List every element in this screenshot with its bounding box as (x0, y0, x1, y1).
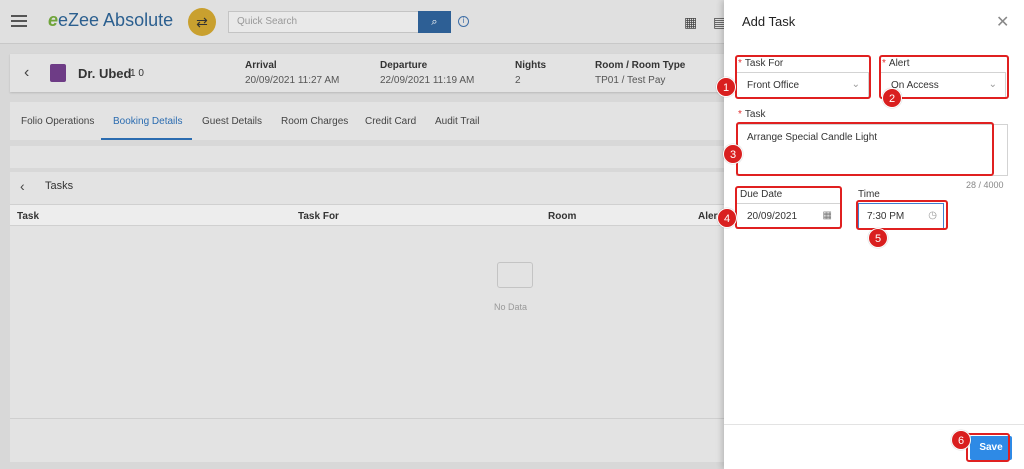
guest-name: Dr. Ubed (78, 66, 132, 81)
nights-label: Nights (515, 60, 547, 71)
chevron-down-icon: ⌄ (851, 79, 860, 90)
tab-credit-card[interactable]: Credit Card (365, 116, 416, 127)
toolbar-row (10, 146, 724, 168)
annotation-badge-6: 6 (951, 430, 971, 450)
info-icon[interactable]: i (458, 16, 469, 27)
tab-folio-operations[interactable]: Folio Operations (21, 116, 94, 127)
clock-icon: ◷ (928, 210, 937, 221)
alert-label: * Alert (882, 58, 910, 69)
room-label: Room / Room Type (595, 60, 686, 71)
column-task: Task (17, 211, 40, 222)
column-task-for: Task For (298, 211, 339, 222)
task-textarea[interactable]: Arrange Special Candle Light (736, 124, 1008, 176)
search-button[interactable]: ⌕ (418, 11, 451, 33)
arrival-info: Arrival 20/09/2021 11:27 AM (245, 60, 339, 86)
task-for-label: * Task For (738, 58, 784, 69)
arrival-value: 20/09/2021 11:27 AM (245, 75, 340, 86)
time-label: Time (858, 189, 880, 200)
top-bar: eeZee Absolute ⇄ Quick Search ⌕ i ▦ ▤ (0, 0, 726, 44)
background-app: eeZee Absolute ⇄ Quick Search ⌕ i ▦ ▤ ‹ … (0, 0, 726, 469)
due-date-label: Due Date (740, 189, 783, 200)
annotation-badge-2: 2 (882, 88, 902, 108)
column-room: Room (548, 211, 577, 222)
guest-pax: 1 0 (130, 68, 144, 79)
drawer-title: Add Task (742, 14, 796, 29)
task-char-counter: 28 / 4000 (966, 180, 1004, 190)
due-date-input[interactable]: 20/09/2021 ▦ (736, 203, 841, 229)
annotation-badge-4: 4 (717, 208, 737, 228)
annotation-badge-5: 5 (868, 228, 888, 248)
empty-state-text: No Data (494, 302, 528, 312)
drawer-footer-divider (724, 424, 1024, 425)
calendar-icon: ▦ (822, 210, 832, 221)
guest-header: ‹ Dr. Ubed 1 0 Arrival 20/09/2021 11:27 … (10, 54, 724, 92)
annotation-badge-1: 1 (716, 77, 736, 97)
departure-info: Departure 22/09/2021 11:19 AM (380, 60, 474, 86)
nights-info: Nights 2 (515, 60, 546, 86)
tab-room-charges[interactable]: Room Charges (281, 116, 348, 127)
active-tab-indicator (101, 138, 192, 140)
logo-text: eZee Absolute (58, 10, 174, 30)
time-value: 7:30 PM (867, 211, 905, 222)
tasks-footer-divider (10, 418, 724, 419)
time-input[interactable]: 7:30 PM ◷ (858, 203, 944, 229)
tasks-title: Tasks (45, 180, 74, 192)
tab-booking-details[interactable]: Booking Details (113, 116, 182, 127)
departure-label: Departure (380, 60, 428, 71)
tab-guest-details[interactable]: Guest Details (202, 116, 262, 127)
back-arrow-icon[interactable]: ‹ (24, 64, 29, 82)
chevron-down-icon: ⌄ (988, 79, 997, 90)
departure-value: 22/09/2021 11:19 AM (380, 75, 475, 86)
room-value: TP01 / Test Pay (595, 75, 666, 86)
tabs-bar: Folio Operations Booking Details Guest D… (10, 102, 724, 140)
task-for-select[interactable]: Front Office ⌄ (736, 72, 869, 98)
nights-value: 2 (515, 75, 521, 86)
tasks-back-icon[interactable]: ‹ (20, 178, 25, 194)
menu-icon[interactable] (11, 15, 27, 27)
tasks-panel: ‹ Tasks Task Task For Room Alert No Data (10, 172, 724, 462)
close-icon[interactable]: ✕ (996, 12, 1009, 32)
save-button[interactable]: Save (970, 436, 1012, 460)
calendar-icon[interactable]: ▦ (684, 14, 697, 31)
search-input[interactable]: Quick Search (228, 11, 420, 33)
app-logo: eeZee Absolute (48, 10, 174, 30)
switch-property-icon[interactable]: ⇄ (188, 8, 216, 36)
task-for-value: Front Office (747, 80, 800, 91)
room-info: Room / Room Type TP01 / Test Pay (595, 60, 685, 86)
empty-inbox-icon (497, 262, 533, 288)
arrival-label: Arrival (245, 60, 277, 71)
tab-audit-trail[interactable]: Audit Trail (435, 116, 479, 127)
due-date-value: 20/09/2021 (747, 211, 798, 222)
room-icon (50, 64, 66, 82)
tasks-table-header: Task Task For Room Alert (10, 204, 724, 226)
task-label: * Task (738, 109, 766, 120)
annotation-badge-3: 3 (723, 144, 743, 164)
